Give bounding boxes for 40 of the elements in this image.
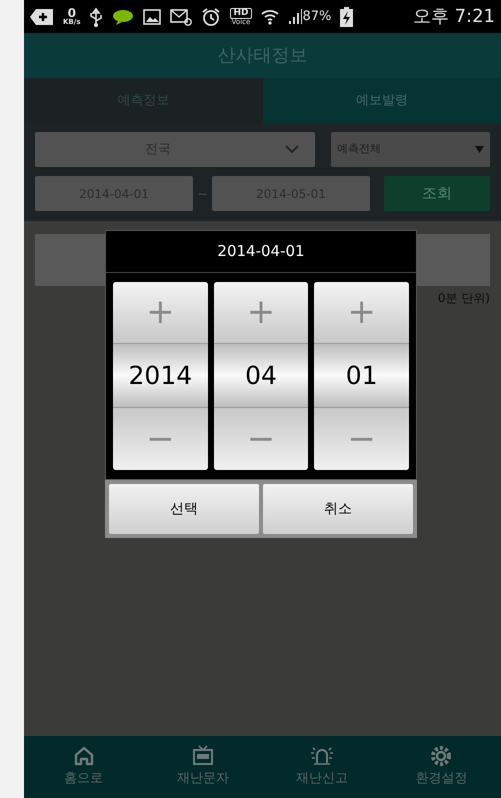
speed-value: 0 [68, 7, 76, 19]
number-spinner[interactable]: + 2014 − [113, 282, 208, 470]
alarm-clock-icon [201, 6, 222, 26]
number-spinner[interactable]: + 04 − [214, 282, 308, 470]
home-icon [72, 745, 95, 768]
date-separator: ~ [196, 186, 209, 202]
search-button[interactable]: 조회 [384, 176, 490, 211]
nav-item[interactable]: 환경설정 [382, 745, 501, 789]
dialog-button[interactable]: 취소 [263, 484, 413, 534]
decrement-button[interactable]: − [214, 408, 308, 470]
clock: 오후 7:21 [412, 5, 495, 29]
spinner-value: 04 [214, 344, 308, 408]
wifi-icon [260, 8, 278, 26]
spinner-value: 2014 [113, 344, 208, 408]
decrement-button[interactable]: − [314, 408, 410, 470]
settings-icon [430, 745, 452, 768]
dialog-button[interactable]: 선택 [109, 484, 259, 534]
mail-icon [170, 8, 192, 26]
dialog-title: 2014-04-01 [217, 241, 305, 262]
increment-button[interactable]: + [214, 282, 308, 344]
battery-percent: 87% [302, 8, 332, 26]
signal-icon [288, 8, 302, 24]
increment-button[interactable]: + [113, 282, 208, 344]
nav-item[interactable]: 재난문자 [143, 745, 262, 789]
battery-charging-icon [340, 6, 354, 26]
decrement-button[interactable]: − [113, 408, 208, 470]
nav-item[interactable]: 재난신고 [262, 745, 382, 789]
chat-bubble-icon [112, 8, 134, 24]
nav-item[interactable]: 홈으로 [24, 745, 144, 789]
number-spinner[interactable]: + 01 − [314, 282, 410, 470]
siren-icon [311, 745, 334, 768]
add-tag-icon [30, 8, 54, 26]
increment-button[interactable]: + [314, 282, 410, 344]
dropdown-triangle-icon [475, 146, 484, 153]
chevron-down-icon [285, 145, 299, 154]
usb-icon [89, 6, 104, 26]
image-icon [143, 8, 162, 24]
spinner-value: 01 [314, 344, 410, 408]
tab[interactable]: 예보발령 [262, 78, 501, 123]
tv-icon [192, 745, 214, 768]
